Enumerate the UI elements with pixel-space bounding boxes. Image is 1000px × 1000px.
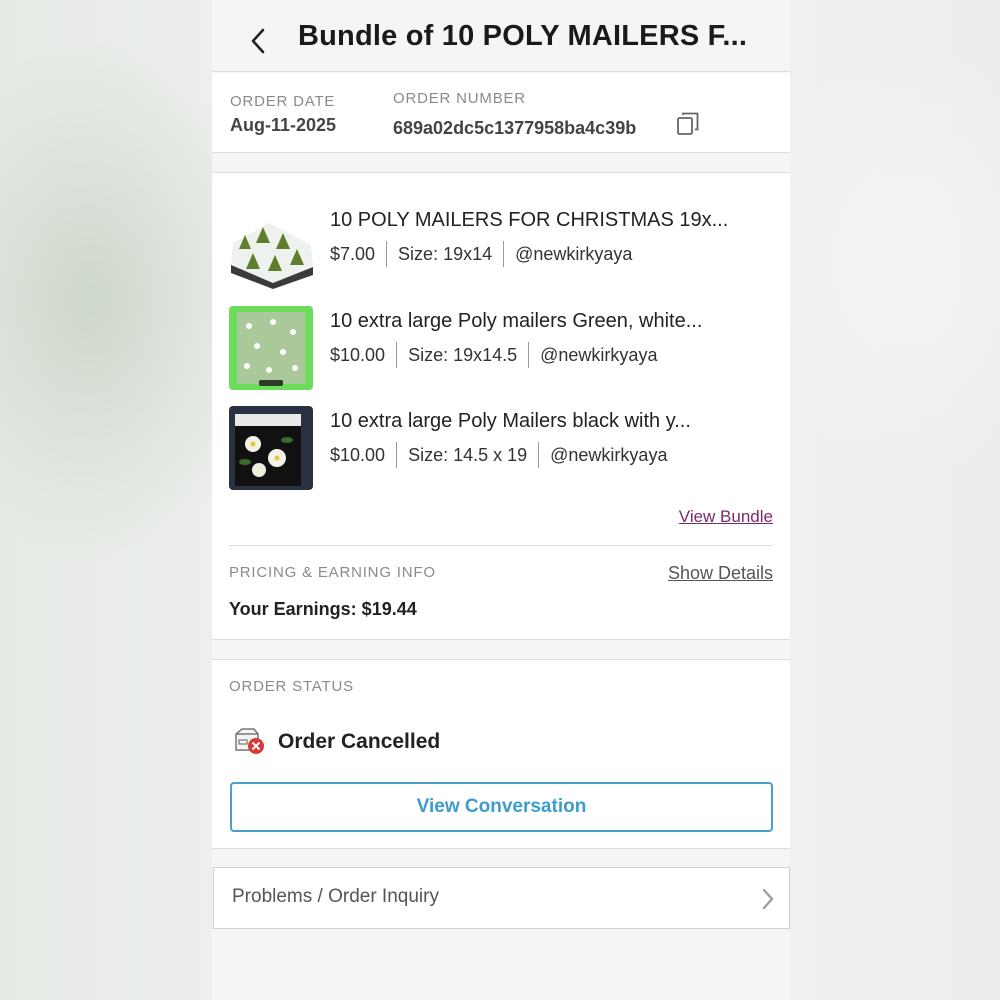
order-number-label: ORDER NUMBER — [393, 90, 526, 107]
chevron-left-icon[interactable] — [248, 26, 268, 56]
meta-divider — [528, 342, 530, 368]
product-thumbnail — [229, 205, 313, 289]
header-bar: Bundle of 10 POLY MAILERS F... — [212, 0, 790, 72]
item-meta: $7.00 Size: 19x14 @newkirkyaya — [330, 241, 632, 267]
order-info-card: ORDER DATE Aug-11-2025 ORDER NUMBER 689a… — [212, 73, 790, 153]
meta-divider — [396, 442, 398, 468]
earnings-text: Your Earnings: $19.44 — [229, 599, 417, 619]
order-date-value: Aug-11-2025 — [230, 115, 337, 135]
page-title: Bundle of 10 POLY MAILERS F... — [298, 20, 748, 52]
meta-divider — [386, 241, 388, 267]
pricing-label: PRICING & EARNING INFO — [229, 564, 436, 581]
order-date-label: ORDER DATE — [230, 93, 336, 110]
item-price: $7.00 — [330, 243, 376, 264]
item-size: Size: 19x14.5 — [408, 344, 518, 365]
item-price: $10.00 — [330, 344, 386, 365]
list-item[interactable]: 10 extra large Poly Mailers black with y… — [229, 406, 774, 490]
order-inquiry-row[interactable]: Problems / Order Inquiry — [213, 867, 790, 929]
item-seller[interactable]: @newkirkyaya — [550, 445, 667, 466]
list-item[interactable]: 10 POLY MAILERS FOR CHRISTMAS 19x... $7.… — [229, 205, 774, 289]
order-status-card: ORDER STATUS Order Cancelled View Conver… — [212, 659, 790, 849]
meta-divider — [503, 241, 505, 267]
order-inquiry-label: Problems / Order Inquiry — [232, 886, 439, 907]
product-thumbnail — [229, 306, 313, 390]
show-details-link[interactable]: Show Details — [668, 563, 773, 584]
meta-divider — [396, 342, 398, 368]
item-title: 10 extra large Poly Mailers black with y… — [330, 410, 691, 432]
item-meta: $10.00 Size: 14.5 x 19 @newkirkyaya — [330, 442, 667, 468]
item-seller[interactable]: @newkirkyaya — [540, 345, 657, 366]
item-title: 10 POLY MAILERS FOR CHRISTMAS 19x... — [330, 209, 729, 231]
order-status-value: Order Cancelled — [278, 730, 441, 753]
list-item[interactable]: 10 extra large Poly mailers Green, white… — [229, 306, 774, 390]
copy-icon[interactable] — [676, 111, 700, 137]
view-bundle-link[interactable]: View Bundle — [679, 507, 773, 527]
order-detail-screen: Bundle of 10 POLY MAILERS F... ORDER DAT… — [212, 0, 790, 1000]
item-size: Size: 14.5 x 19 — [408, 444, 528, 465]
package-cancelled-icon — [235, 728, 264, 754]
item-seller[interactable]: @newkirkyaya — [515, 244, 632, 265]
item-price: $10.00 — [330, 444, 386, 465]
item-meta: $10.00 Size: 19x14.5 @newkirkyaya — [330, 342, 657, 368]
item-title: 10 extra large Poly mailers Green, white… — [330, 310, 703, 332]
order-number-value: 689a02dc5c1377958ba4c39b — [393, 118, 637, 138]
order-status-label: ORDER STATUS — [229, 678, 354, 695]
meta-divider — [538, 442, 540, 468]
view-conversation-button[interactable]: View Conversation — [230, 782, 773, 832]
chevron-right-icon — [762, 888, 774, 910]
bundle-items-card: 10 POLY MAILERS FOR CHRISTMAS 19x... $7.… — [212, 172, 790, 640]
product-thumbnail — [229, 406, 313, 490]
section-divider — [229, 545, 773, 546]
item-size: Size: 19x14 — [398, 243, 493, 264]
